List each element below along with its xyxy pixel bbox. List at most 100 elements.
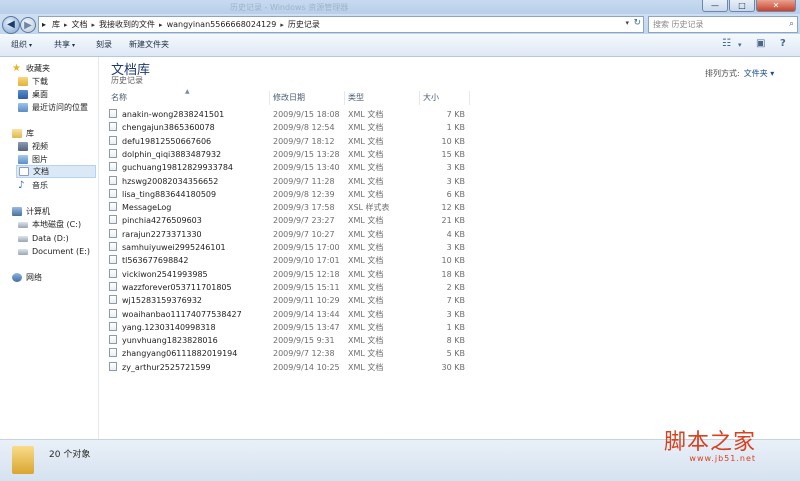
file-row[interactable]: MessageLog 2009/9/3 17:58 XSL 样式表 12 KB	[109, 201, 469, 214]
breadcrumb-item[interactable]: 我接收到的文件	[96, 19, 158, 30]
file-date: 2009/9/15 13:47	[273, 322, 340, 332]
file-row[interactable]: defu19812550667606 2009/9/7 18:12 XML 文档 10…	[109, 135, 469, 148]
sidebar-item-computer[interactable]: 计算机	[12, 205, 50, 218]
breadcrumb-item[interactable]: 库	[49, 19, 63, 30]
breadcrumb-item[interactable]: 文档	[69, 19, 91, 30]
maximize-button[interactable]: □	[729, 0, 755, 12]
sidebar-item-favorites[interactable]: ★ 收藏夹	[12, 62, 50, 75]
file-name: dolphin_qiqi3883487932	[109, 148, 269, 161]
address-bar[interactable]: ▸ 库 ▸ 文档 ▸ 我接收到的文件 ▸ wangyinan5566668024…	[38, 16, 644, 33]
sidebar-item-videos[interactable]: 视频	[18, 140, 48, 153]
column-header-name[interactable]: 名称	[108, 91, 270, 105]
sidebar-item-downloads[interactable]: 下载	[18, 75, 48, 88]
sidebar-item-label: 音乐	[32, 181, 48, 190]
share-button[interactable]: 共享 ▾	[54, 39, 75, 50]
organize-button[interactable]: 组织 ▾	[11, 39, 32, 50]
help-icon[interactable]: ?	[780, 38, 786, 49]
file-name-text: lisa_ting883644180509	[122, 189, 217, 199]
xml-file-icon	[109, 295, 117, 305]
video-icon	[18, 142, 28, 151]
preview-pane-icon[interactable]: ▣	[756, 38, 765, 49]
file-name: MessageLog	[109, 201, 269, 214]
watermark: 脚本之家 www.jb51.net	[664, 424, 756, 463]
file-size: 21 KB	[441, 216, 465, 226]
search-input[interactable]: 搜索 历史记录 ⌕	[648, 16, 798, 33]
search-icon[interactable]: ⌕	[789, 17, 794, 32]
breadcrumb-item[interactable]: 历史记录	[285, 19, 323, 30]
file-type: XML 文档	[348, 110, 384, 119]
chevron-down-icon: ▾	[29, 42, 33, 49]
breadcrumb-item[interactable]: wangyinan5566668024129	[164, 20, 280, 29]
sidebar-item-recent[interactable]: 最近访问的位置	[18, 101, 88, 114]
sidebar-item-network[interactable]: 网络	[12, 271, 42, 284]
file-row[interactable]: guchuang19812829933784 2009/9/15 13:40 XML…	[109, 161, 469, 174]
sidebar-item-drive-c[interactable]: 本地磁盘 (C:)	[18, 218, 81, 231]
folder-icon: ▸	[42, 20, 47, 29]
file-row[interactable]: hzswg20082034356652 2009/9/7 11:28 XML 文档 3…	[109, 175, 469, 188]
minimize-button[interactable]: —	[702, 0, 728, 12]
address-row: ◀ ▶ ▸ 库 ▸ 文档 ▸ 我接收到的文件 ▸ wangyinan556666…	[0, 14, 800, 34]
xml-file-icon	[109, 348, 117, 358]
xml-file-icon	[109, 361, 117, 371]
file-row[interactable]: zy_arthur2525721599 2009/9/14 10:25 XML 文档…	[109, 361, 469, 374]
forward-button[interactable]: ▶	[20, 17, 36, 33]
file-date: 2009/9/15 9:31	[273, 336, 335, 346]
file-row[interactable]: vickiwon2541993985 2009/9/15 12:18 XML 文档 1…	[109, 268, 469, 281]
xml-file-icon	[109, 188, 117, 198]
title-bar: 历史记录 - Windows 资源管理器 — □ ✕	[0, 0, 800, 14]
xml-file-icon	[109, 148, 117, 158]
xml-file-icon	[109, 202, 117, 212]
refresh-icon[interactable]: ↻	[633, 18, 641, 28]
file-name-text: pinchia4276509603	[122, 216, 202, 226]
file-name-text: dolphin_qiqi3883487932	[122, 149, 222, 159]
new-folder-button[interactable]: 新建文件夹	[129, 39, 169, 50]
file-size: 15 KB	[441, 149, 465, 159]
file-size: 10 KB	[441, 136, 465, 146]
sidebar-item-label: 本地磁盘 (C:)	[32, 220, 82, 229]
sidebar-item-drive-d[interactable]: Data (D:)	[18, 232, 69, 245]
file-row[interactable]: woaihanbao11174077538427 2009/9/14 13:44 X…	[109, 308, 469, 321]
file-row[interactable]: wazzforever053711701805 2009/9/15 15:11 XM…	[109, 281, 469, 294]
column-header-size[interactable]: 大小	[420, 91, 470, 105]
chevron-down-icon: ▾	[72, 42, 76, 49]
sidebar-item-drive-e[interactable]: Document (E:)	[18, 245, 90, 258]
file-row[interactable]: chengajun3865360078 2009/9/8 12:54 XML 文档 1…	[109, 121, 469, 134]
file-row[interactable]: anakin-wong2838241501 2009/9/15 18:08 XML …	[109, 108, 469, 121]
file-name: defu19812550667606	[109, 135, 269, 148]
file-row[interactable]: tl563677698842 2009/9/10 17:01 XML 文档 10 KB	[109, 254, 469, 267]
window-title: 历史记录 - Windows 资源管理器	[230, 3, 349, 12]
library-subtitle[interactable]: 历史记录	[111, 75, 143, 86]
xml-file-icon	[109, 321, 117, 331]
file-row[interactable]: samhuiyuwei2995246101 2009/9/15 17:00 XML …	[109, 241, 469, 254]
file-name: anakin-wong2838241501	[109, 108, 269, 121]
file-row[interactable]: pinchia4276509603 2009/9/7 23:27 XML 文档 21 …	[109, 214, 469, 227]
close-button[interactable]: ✕	[756, 0, 796, 12]
sidebar-item-desktop[interactable]: 桌面	[18, 88, 48, 101]
file-name: pinchia4276509603	[109, 214, 269, 227]
file-row[interactable]: lisa_ting883644180509 2009/9/8 12:39 XML 文…	[109, 188, 469, 201]
view-options-icon[interactable]: ☷	[722, 38, 731, 49]
window-controls: — □ ✕	[702, 0, 796, 12]
xml-file-icon	[109, 228, 117, 238]
burn-button[interactable]: 刻录	[96, 39, 112, 50]
back-button[interactable]: ◀	[2, 16, 20, 34]
file-row[interactable]: dolphin_qiqi3883487932 2009/9/15 13:28 XML…	[109, 148, 469, 161]
column-header-type[interactable]: 类型	[345, 91, 420, 105]
sidebar-item-libraries[interactable]: 库	[12, 127, 34, 140]
file-row[interactable]: rarajun2273371330 2009/9/7 10:27 XML 文档 4 K…	[109, 228, 469, 241]
file-name-text: anakin-wong2838241501	[122, 110, 225, 119]
drive-icon	[18, 221, 28, 228]
arrange-dropdown[interactable]: 文件夹 ▾	[744, 69, 775, 78]
file-name-text: yunvhuang1823828016	[122, 336, 218, 346]
file-name-text: defu19812550667606	[122, 136, 212, 146]
column-header-modified[interactable]: 修改日期	[270, 91, 345, 105]
sidebar-item-music[interactable]: ♪ 音乐	[18, 179, 48, 192]
address-dropdown-icon[interactable]: ▾	[625, 19, 629, 27]
file-row[interactable]: yang.12303140998318 2009/9/15 13:47 XML 文档…	[109, 321, 469, 334]
file-name: lisa_ting883644180509	[109, 188, 269, 201]
file-row[interactable]: zhangyang06111882019194 2009/9/7 12:38 XML…	[109, 347, 469, 360]
file-row[interactable]: yunvhuang1823828016 2009/9/15 9:31 XML 文档 8…	[109, 334, 469, 347]
chevron-down-icon[interactable]: ▾	[738, 41, 742, 49]
sidebar-item-documents[interactable]: 文档	[16, 165, 96, 178]
file-row[interactable]: wj15283159376932 2009/9/11 10:29 XML 文档 7 K…	[109, 294, 469, 307]
